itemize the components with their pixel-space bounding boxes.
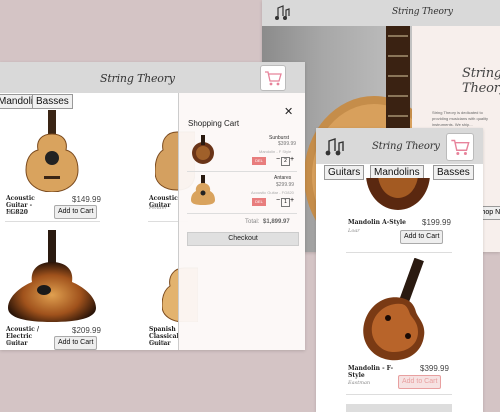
checkout-button[interactable]: Checkout [187,232,299,246]
back-header: String Theory [262,0,500,26]
cart-button[interactable] [446,133,474,161]
divider [346,252,452,253]
close-icon[interactable]: ✕ [284,105,293,118]
qty-decrease-button[interactable]: − [276,156,280,163]
product-image [18,110,88,193]
cart-item-price: $399.99 [278,141,297,147]
qty-decrease-button[interactable]: − [276,197,280,204]
add-to-cart-button[interactable]: Add to Cart [54,336,98,350]
divider [187,213,297,214]
qty-increase-button[interactable]: + [290,156,294,163]
product-brand: Yamaha [149,340,169,346]
cart-title: Shopping Cart [188,119,240,128]
category-basses[interactable]: Basses [32,94,73,109]
logo-icon[interactable] [324,136,346,163]
remove-button[interactable]: DEL [252,198,266,206]
qty-input[interactable]: 2 [281,157,290,166]
product-price: $399.99 [420,364,449,373]
category-guitars[interactable]: Guitars [324,165,365,180]
product-price: $199.99 [422,218,451,227]
product-image [362,138,434,212]
add-to-cart-button[interactable]: Add to Cart [398,375,442,389]
product-price: $149.99 [72,195,101,204]
left-window: String Theory Mandolins Basses Acoustic … [0,62,305,350]
divider [346,394,452,395]
cart-total: $1,899.97 [263,219,290,225]
cart-item-detail: Acoustic Guitar - FG820 [251,190,294,195]
product-image [346,404,452,412]
left-header: String Theory [0,62,305,93]
add-to-cart-button[interactable]: Add to Cart [400,230,444,244]
cart-item-price: $299.99 [276,182,295,188]
product-brand: Fender [149,205,167,211]
back-brand[interactable]: String Theory [392,7,453,17]
product-price: $209.99 [72,326,101,335]
back-logo-icon[interactable] [274,4,292,27]
right-header: String Theory [316,128,483,164]
cart-icon [265,71,282,86]
product-image [350,257,446,362]
divider [187,171,297,172]
cart-item-detail: Mandolin - F Style [259,149,292,154]
product-brand: Loar [348,228,360,234]
add-to-cart-button[interactable]: Add to Cart [54,205,98,219]
qty-increase-button[interactable]: + [290,197,294,204]
cart-total-label: Total: [245,219,260,225]
product-brand: Eastman [348,380,371,386]
right-window: String Theory Guitars Mandolins Basses M… [316,128,483,412]
product-name: Mandolin A-Style [348,219,406,226]
product-name: Mandolin - F-Style [348,365,394,379]
cart-item-image [189,175,217,205]
cart-panel: Shopping Cart ✕ Sunburst $399.99 Mandoli… [178,93,305,350]
cart-item-name: Antares [274,175,292,181]
product-brand: Ibanez [6,340,23,346]
right-brand[interactable]: String Theory [372,141,440,152]
product-brand: Yamaha [6,210,26,216]
remove-button[interactable]: DEL [252,157,266,165]
cart-icon [451,139,470,156]
category-basses[interactable]: Basses [433,165,474,180]
divider [5,221,100,222]
left-brand[interactable]: String Theory [100,72,175,85]
product-image [4,230,100,322]
cart-button[interactable] [260,65,286,91]
cart-item-image [189,135,217,165]
hero-brand: String Theory [462,66,500,96]
qty-input[interactable]: 1 [281,198,290,207]
